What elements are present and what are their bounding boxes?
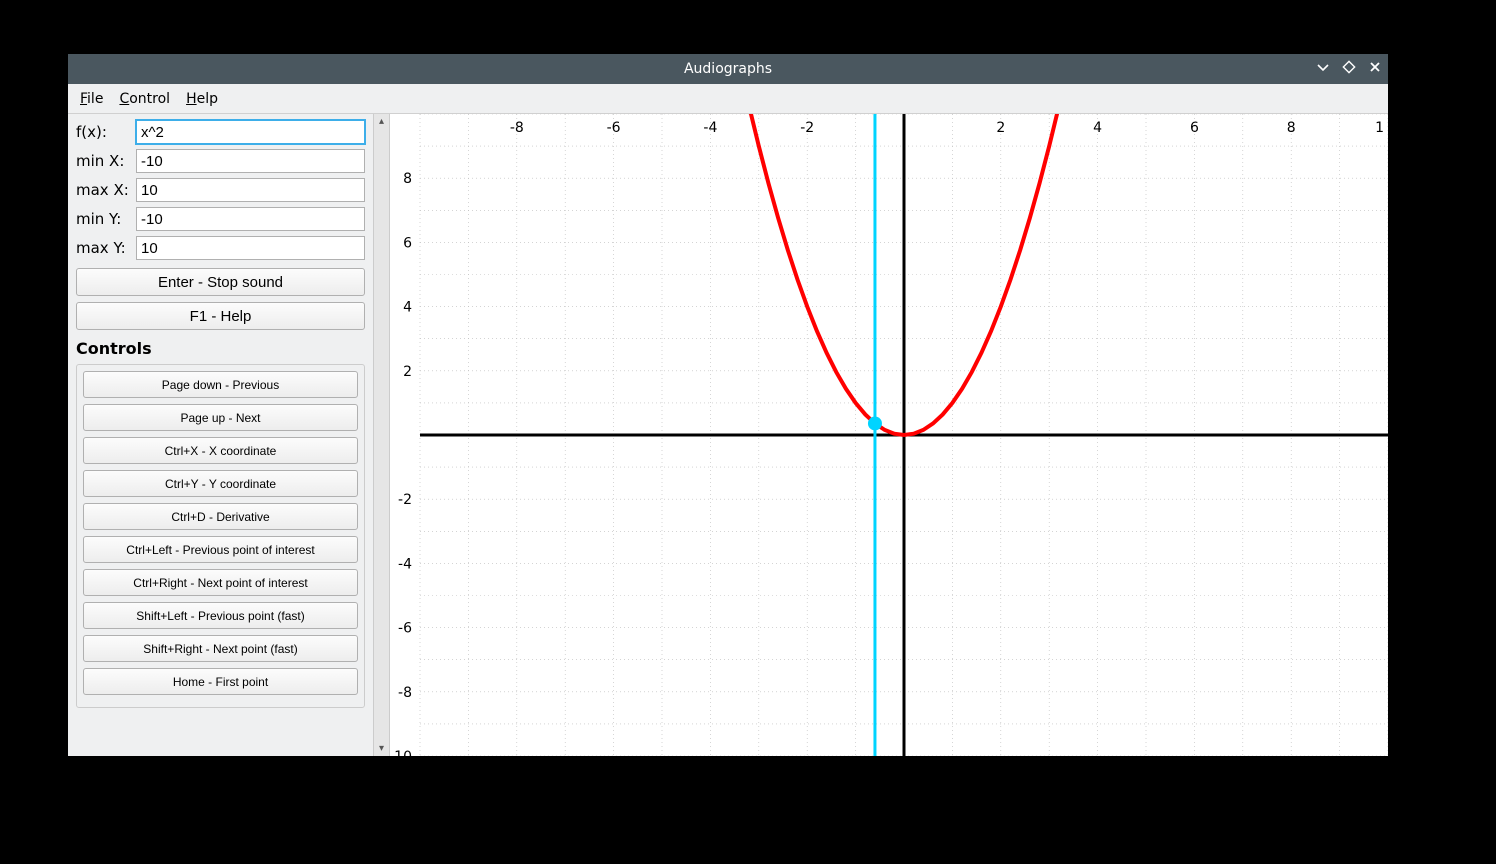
x-tick-label: -6 xyxy=(607,120,621,136)
menu-control-rest: ontrol xyxy=(129,91,170,107)
app-window: Audiographs File Control Help f(x): xyxy=(68,54,1388,756)
menu-file[interactable]: File xyxy=(74,89,109,109)
control-button-0[interactable]: Page down - Previous xyxy=(83,371,358,398)
scroll-up-icon[interactable]: ▴ xyxy=(379,116,384,127)
x-tick-label: 2 xyxy=(996,120,1005,136)
menu-help[interactable]: Help xyxy=(180,89,224,109)
y-tick-label: -4 xyxy=(398,556,412,572)
miny-input[interactable] xyxy=(136,207,365,231)
menu-file-rest: ile xyxy=(87,91,103,107)
minx-label: min X: xyxy=(76,152,136,170)
svg-text:1: 1 xyxy=(1375,120,1384,136)
close-icon[interactable] xyxy=(1368,60,1382,78)
sidebar: f(x): min X: max X: min Y: max Y: xyxy=(68,114,373,756)
maximize-icon[interactable] xyxy=(1342,60,1356,78)
y-tick-label: -6 xyxy=(398,621,412,637)
menu-help-rest: elp xyxy=(197,91,218,107)
scroll-down-icon[interactable]: ▾ xyxy=(379,743,384,754)
maxx-label: max X: xyxy=(76,181,136,199)
control-button-6[interactable]: Ctrl+Right - Next point of interest xyxy=(83,569,358,596)
control-button-5[interactable]: Ctrl+Left - Previous point of interest xyxy=(83,536,358,563)
x-tick-label: 6 xyxy=(1190,120,1199,136)
minx-input[interactable] xyxy=(136,149,365,173)
y-tick-label: 2 xyxy=(403,364,412,380)
maxx-input[interactable] xyxy=(136,178,365,202)
control-button-4[interactable]: Ctrl+D - Derivative xyxy=(83,503,358,530)
control-button-2[interactable]: Ctrl+X - X coordinate xyxy=(83,437,358,464)
chart-svg: -8 -6 -4 -2 2 4 6 8 1 -10 -8 -6 -4 -2 2 4 6 8 xyxy=(390,114,1388,756)
controls-group: Page down - Previous Page up - Next Ctrl+X… xyxy=(76,364,365,708)
control-button-1[interactable]: Page up - Next xyxy=(83,404,358,431)
sidebar-scrollbar[interactable]: ▴ ▾ xyxy=(373,114,389,756)
chart-area[interactable]: -8 -6 -4 -2 2 4 6 8 1 -10 -8 -6 -4 -2 2 4 6 8 xyxy=(390,114,1388,756)
fx-label: f(x): xyxy=(76,123,136,141)
menu-control[interactable]: Control xyxy=(113,89,176,109)
y-tick-label: -8 xyxy=(398,685,412,701)
f1-help-button[interactable]: F1 - Help xyxy=(76,302,365,330)
control-button-8[interactable]: Shift+Right - Next point (fast) xyxy=(83,635,358,662)
y-tick-label: -2 xyxy=(398,492,412,508)
minimize-icon[interactable] xyxy=(1316,60,1330,78)
maxy-label: max Y: xyxy=(76,239,136,257)
window-title: Audiographs xyxy=(684,61,772,77)
y-tick-label: 4 xyxy=(403,300,412,316)
maxy-input[interactable] xyxy=(136,236,365,260)
miny-label: min Y: xyxy=(76,210,136,228)
x-tick-label: 8 xyxy=(1287,120,1296,136)
y-tick-label: 8 xyxy=(403,171,412,187)
y-tick-label: 6 xyxy=(403,235,412,251)
cursor-point xyxy=(868,416,882,430)
control-button-3[interactable]: Ctrl+Y - Y coordinate xyxy=(83,470,358,497)
x-tick-label: -2 xyxy=(800,120,814,136)
y-tick-label: -10 xyxy=(390,749,412,756)
controls-heading: Controls xyxy=(76,339,365,358)
x-tick-label: 4 xyxy=(1093,120,1102,136)
control-button-9[interactable]: Home - First point xyxy=(83,668,358,695)
control-button-7[interactable]: Shift+Left - Previous point (fast) xyxy=(83,602,358,629)
x-tick-label: -4 xyxy=(703,120,717,136)
x-tick-label: -8 xyxy=(510,120,524,136)
fx-input[interactable] xyxy=(136,120,365,144)
enter-stop-sound-button[interactable]: Enter - Stop sound xyxy=(76,268,365,296)
titlebar[interactable]: Audiographs xyxy=(68,54,1388,84)
menubar: File Control Help xyxy=(68,84,1388,114)
